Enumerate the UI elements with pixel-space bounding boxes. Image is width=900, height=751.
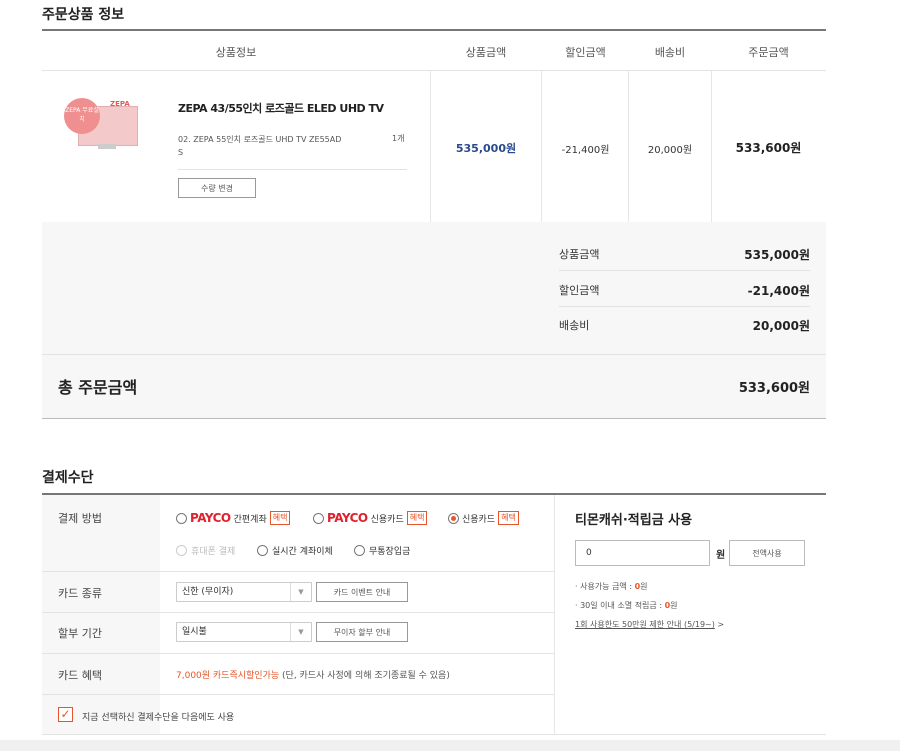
available-suffix: 원 <box>640 582 648 591</box>
pay-row-rule <box>42 653 554 654</box>
option-line-1: 02. ZEPA 55인치 로즈골드 UHD TV ZE55AD <box>178 135 342 144</box>
remember-checkbox[interactable]: ✓ <box>58 707 73 722</box>
available-amount: · 사용가능 금액 : 0원 <box>575 581 648 592</box>
page-footer-strip <box>0 740 900 751</box>
benefit-tag: 혜택 <box>406 511 428 525</box>
summary-total-rule <box>42 354 826 355</box>
tv-stand <box>98 144 116 149</box>
expiring-prefix: · 30일 이내 소멸 적립금 : <box>575 601 665 610</box>
header-discount: 할인금액 <box>565 46 606 59</box>
product-thumbnail[interactable]: ZEPA 무료설치 ZEPA <box>64 96 142 154</box>
product-price: 535,000원 <box>455 142 517 155</box>
card-type-select[interactable]: 신한 (무이자) ▼ <box>176 582 312 602</box>
usage-limit-link[interactable]: 1회 사용한도 50만원 제한 안내 (5/19~) <box>575 620 715 629</box>
method-bank-deposit[interactable]: 무통장입금 <box>354 543 410 557</box>
product-name[interactable]: ZEPA 43/55인치 로즈골드 ELED UHD TV <box>178 100 384 116</box>
header-product-info: 상품정보 <box>215 46 257 59</box>
radio-bank-deposit[interactable] <box>354 544 365 556</box>
summary-discount-label: 할인금액 <box>559 284 600 297</box>
header-product-price: 상품금액 <box>465 46 507 59</box>
card-event-button[interactable]: 카드 이벤트 안내 <box>316 582 408 602</box>
installment-select[interactable]: 일시불 ▼ <box>176 622 312 642</box>
benefit-tag: 혜택 <box>498 511 519 525</box>
total-order-value: 533,600원 <box>738 381 810 396</box>
method-credit-card[interactable]: 신용카드 혜택 <box>448 511 519 525</box>
benefit-label: 카드 혜택 <box>58 669 102 682</box>
method-label-text: 실시간 계좌이체 <box>272 546 333 557</box>
product-option: 02. ZEPA 55인치 로즈골드 UHD TV ZE55AD S <box>178 133 378 159</box>
method-mobile: 휴대폰 결제 <box>176 543 235 557</box>
method-label-text: 간편계좌 <box>233 514 267 525</box>
cash-unit: 원 <box>716 550 726 561</box>
pay-row-rule <box>42 571 554 572</box>
payment-label-col <box>42 495 160 734</box>
payment-bottom-rule <box>42 734 826 735</box>
payco-logo: PAYCO <box>327 511 368 525</box>
option-line-2: S <box>178 148 184 157</box>
benefit-tag: 혜택 <box>269 511 291 525</box>
method-label: 결제 방법 <box>58 512 102 525</box>
product-shipping: 20,000원 <box>647 145 693 156</box>
order-summary <box>42 222 826 418</box>
summary-discount-value: -21,400원 <box>747 284 810 298</box>
product-discount: -21,400원 <box>561 145 610 156</box>
payment-sep <box>554 495 555 734</box>
summary-shipping-value: 20,000원 <box>752 319 810 333</box>
expiring-suffix: 원 <box>670 601 678 610</box>
radio-payco-account[interactable] <box>176 512 187 524</box>
benefit-note: (단, 카드사 사정에 의해 조기종료될 수 있음) <box>282 671 450 681</box>
summary-bottom-rule <box>42 418 826 419</box>
expiring-points: · 30일 이내 소멸 적립금 : 0원 <box>575 600 678 611</box>
method-label-text: 휴대폰 결제 <box>191 546 236 557</box>
radio-payco-card[interactable] <box>313 512 324 524</box>
free-install-badge: ZEPA 무료설치 <box>64 98 100 134</box>
method-payco-account[interactable]: PAYCO 간편계좌 혜택 <box>176 511 291 525</box>
cash-title: 티몬캐쉬·적립금 사용 <box>575 513 693 528</box>
order-top-rule <box>42 29 826 31</box>
summary-product-value: 535,000원 <box>744 248 810 262</box>
installment-value: 일시불 <box>182 627 207 637</box>
product-order-total: 533,600원 <box>735 141 802 155</box>
product-quantity: 1개 <box>392 134 405 143</box>
benefit-text: 7,000원 카드즉시할인가능 (단, 카드사 사정에 의해 조기종료될 수 있… <box>176 668 450 681</box>
summary-shipping-label: 배송비 <box>559 319 590 332</box>
chevron-down-icon: ▼ <box>290 623 311 641</box>
usage-limit-notice[interactable]: 1회 사용한도 50만원 제한 안내 (5/19~) > <box>575 619 724 630</box>
option-rule <box>178 169 407 170</box>
method-label-text: 무통장입금 <box>369 546 411 557</box>
benefit-highlight: 7,000원 카드즉시할인가능 <box>176 671 280 681</box>
header-shipping: 배송비 <box>654 46 686 59</box>
interest-free-button[interactable]: 무이자 할부 안내 <box>316 622 408 642</box>
payco-logo: PAYCO <box>190 511 231 525</box>
radio-credit-card[interactable] <box>448 512 459 524</box>
total-order-label: 총 주문금액 <box>58 378 138 397</box>
card-type-value: 신한 (무이자) <box>182 587 234 597</box>
available-prefix: · 사용가능 금액 : <box>575 582 635 591</box>
radio-mobile <box>176 544 187 556</box>
header-order-amount: 주문금액 <box>748 46 789 59</box>
method-payco-card[interactable]: PAYCO 신용카드 혜택 <box>313 511 428 525</box>
cash-amount-input[interactable]: 0 <box>575 540 710 566</box>
chevron-right-icon: > <box>717 620 725 629</box>
method-label-text: 신용카드 <box>370 514 404 525</box>
method-label-text: 신용카드 <box>462 514 496 525</box>
chevron-down-icon: ▼ <box>290 583 311 601</box>
thumb-brand: ZEPA <box>110 100 130 108</box>
quantity-change-button[interactable]: 수량 변경 <box>178 178 256 198</box>
summary-product-label: 상품금액 <box>559 248 600 261</box>
pay-row-rule <box>42 612 554 613</box>
payment-section-title: 결제수단 <box>42 470 94 486</box>
method-realtime-transfer[interactable]: 실시간 계좌이체 <box>257 543 333 557</box>
payment-content-col <box>160 495 554 734</box>
card-type-label: 카드 종류 <box>58 587 102 600</box>
summary-rule <box>559 306 810 307</box>
order-section-title: 주문상품 정보 <box>42 7 125 23</box>
header-rule <box>42 70 826 71</box>
summary-rule <box>559 270 810 271</box>
use-all-button[interactable]: 전액사용 <box>729 540 805 566</box>
installment-label: 할부 기간 <box>58 627 102 640</box>
remember-label: 지금 선택하신 결제수단을 다음에도 사용 <box>82 713 235 723</box>
pay-row-rule <box>42 694 554 695</box>
radio-realtime-transfer[interactable] <box>257 544 268 556</box>
